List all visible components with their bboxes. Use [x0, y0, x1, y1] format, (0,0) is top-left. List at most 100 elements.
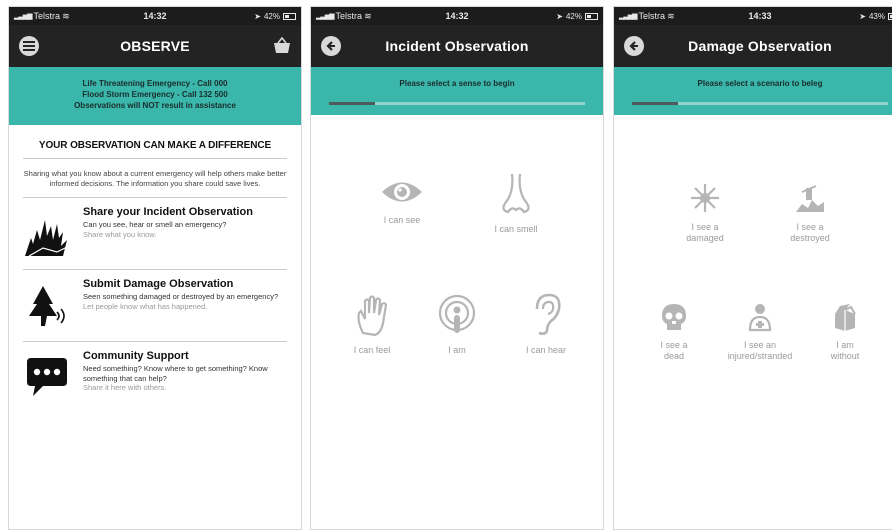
option-label-line1: I am	[836, 340, 854, 350]
skull-icon	[662, 304, 686, 330]
wifi-icon: ≋	[62, 10, 70, 21]
location-icon: ➤	[254, 11, 261, 21]
progress-bar	[329, 102, 585, 105]
progress-fill	[632, 102, 679, 105]
eye-icon	[382, 182, 422, 202]
nose-icon	[502, 173, 530, 214]
location-icon: ➤	[556, 11, 563, 21]
option-see[interactable]: I can see	[366, 177, 438, 226]
speech-bubble-icon	[27, 358, 67, 396]
battery-percent: 42%	[565, 11, 582, 21]
progress-fill	[329, 102, 376, 105]
status-bar: ▂▃▅▆ Telstra ≋ 14:33 ➤ 43%	[614, 7, 892, 25]
option-label-line2: destroyed	[790, 233, 830, 243]
battery-icon	[283, 12, 296, 20]
option-label: I am	[448, 345, 466, 355]
menu-button[interactable]	[19, 36, 39, 56]
carrier: ▂▃▅▆ Telstra ≋	[619, 11, 675, 22]
banner-line: Flood Storm Emergency - Call 132 500	[82, 90, 228, 99]
menu-item-title: Submit Damage Observation	[83, 278, 234, 290]
carrier: ▂▃▅▆ Telstra ≋	[14, 11, 70, 22]
prompt-text: Please select a scenario to beleg	[697, 79, 823, 88]
option-label: I can smell	[494, 224, 538, 234]
page-title: OBSERVE	[120, 38, 190, 54]
status-bar: ▂▃▅▆ Telstra ≋ 14:32 ➤ 42%	[311, 7, 603, 25]
banner-line: Life Threatening Emergency - Call 000	[82, 79, 228, 88]
option-label-line1: I see an	[743, 340, 777, 350]
observe-screen: ▂▃▅▆ Telstra ≋ 14:32 ➤ 42% OBSERVE Life …	[8, 6, 302, 530]
ear-icon	[535, 293, 561, 335]
damaged-tree-icon	[29, 286, 65, 326]
option-label-line2: dead	[663, 351, 685, 361]
battery-percent: 43%	[868, 11, 885, 21]
injured-person-icon	[748, 304, 772, 332]
status-bar: ▂▃▅▆ Telstra ≋ 14:32 ➤ 42%	[9, 7, 301, 25]
option-label-line1: I see a	[660, 340, 688, 350]
basket-icon[interactable]	[273, 37, 291, 54]
signal-icon: ▂▃▅▆	[316, 13, 335, 20]
option-label-line2: injured/stranded	[727, 351, 793, 361]
page-title: Incident Observation	[385, 38, 529, 54]
prompt-banner: Please select a scenario to beleg	[614, 67, 892, 115]
back-button[interactable]	[321, 36, 341, 56]
option-label-line2: damaged	[686, 233, 724, 243]
nav-bar: Damage Observation	[614, 25, 892, 67]
option-label-line1: I see a	[691, 222, 719, 232]
option-feel[interactable]: I can feel	[336, 293, 408, 356]
menu-item-sub: Share what you know.	[83, 229, 157, 239]
carrier-name: Telstra	[33, 11, 61, 21]
hamburger-icon	[23, 41, 35, 51]
option-label: I can hear	[525, 345, 567, 355]
observe-menu: Share your Incident Observation Can you …	[9, 198, 301, 414]
menu-item-desc: Seen something damaged or destroyed by a…	[83, 292, 279, 301]
incident-observation-screen: ▂▃▅▆ Telstra ≋ 14:32 ➤ 42% Incident Obse…	[310, 6, 604, 530]
damaged-icon	[691, 184, 719, 212]
option-damaged[interactable]: I see a damaged	[669, 182, 741, 244]
back-button[interactable]	[624, 36, 644, 56]
menu-item-incident[interactable]: Share your Incident Observation Can you …	[23, 198, 287, 270]
option-label: I can feel	[353, 345, 391, 355]
option-destroyed[interactable]: I see a destroyed	[774, 182, 846, 244]
option-hear[interactable]: I can hear	[506, 293, 586, 356]
fire-icon	[25, 220, 70, 257]
destroyed-icon	[796, 185, 824, 212]
empty-box-icon	[835, 304, 856, 331]
option-smell[interactable]: I can smell	[476, 172, 556, 235]
menu-item-sub: Share it here with others.	[83, 383, 167, 392]
menu-item-damage[interactable]: Submit Damage Observation Seen something…	[23, 270, 287, 342]
option-i-am[interactable]: I am	[425, 293, 489, 356]
prompt-text: Please select a sense to begin	[399, 79, 515, 88]
carrier-name: Telstra	[638, 11, 666, 21]
menu-item-desc: Can you see, hear or smell an emergency?	[83, 220, 227, 229]
banner-line: Observations will NOT result in assistan…	[74, 101, 236, 110]
option-label-line1: I see a	[796, 222, 824, 232]
menu-item-community[interactable]: Community Support Need something? Know w…	[23, 342, 287, 414]
menu-item-desc: Need something? Know where to get someth…	[83, 364, 268, 383]
emergency-banner: Life Threatening Emergency - Call 000 Fl…	[9, 67, 301, 125]
option-dead[interactable]: I see a dead	[639, 302, 709, 362]
nav-bar: OBSERVE	[9, 25, 301, 67]
battery-icon	[585, 12, 598, 20]
battery-icon	[888, 12, 892, 20]
hand-icon	[357, 295, 388, 337]
signal-icon: ▂▃▅▆	[619, 13, 638, 20]
battery-percent: 42%	[263, 11, 280, 21]
carrier-name: Telstra	[335, 11, 363, 21]
menu-item-sub: Let people know what has happened.	[83, 301, 208, 311]
nav-bar: Incident Observation	[311, 25, 603, 67]
menu-item-title: Community Support	[83, 350, 189, 362]
option-without[interactable]: I am without	[810, 302, 880, 362]
wifi-icon: ≋	[667, 10, 675, 21]
carrier: ▂▃▅▆ Telstra ≋	[316, 11, 372, 22]
option-label-line2: without	[830, 351, 860, 361]
option-label: I can see	[383, 215, 421, 225]
signal-icon: ▂▃▅▆	[14, 13, 33, 20]
menu-item-title: Share your Incident Observation	[83, 206, 253, 218]
prompt-banner: Please select a sense to begin	[311, 67, 603, 115]
progress-bar	[632, 102, 888, 105]
back-arrow-icon	[629, 41, 638, 51]
option-injured[interactable]: I see an injured/stranded	[715, 302, 805, 362]
wifi-icon: ≋	[364, 10, 372, 21]
damage-observation-screen: ▂▃▅▆ Telstra ≋ 14:33 ➤ 43% Damage Observ…	[613, 6, 892, 530]
section-heading: YOUR OBSERVATION CAN MAKE A DIFFERENCE	[23, 140, 287, 159]
